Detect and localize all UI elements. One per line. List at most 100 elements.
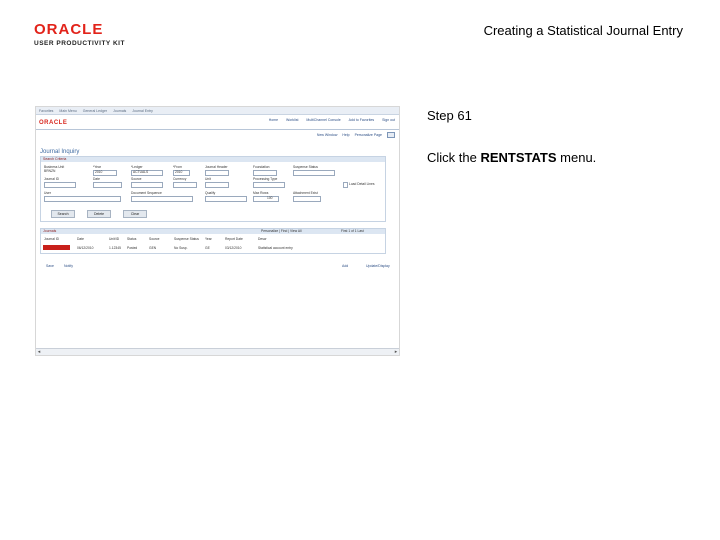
update-display-link[interactable]: Update/Display — [366, 264, 390, 268]
column-header: Source — [149, 237, 160, 241]
nav-general-ledger[interactable]: General Ledger — [83, 109, 107, 113]
scroll-left-icon[interactable]: ◂ — [36, 349, 42, 355]
header-link-multichannel[interactable]: MultiChannel Console — [306, 118, 340, 122]
field-value: ACTUALS — [133, 170, 149, 174]
column-header: Year — [205, 237, 212, 241]
table-cell: GEN — [149, 246, 157, 250]
qualify-select[interactable] — [205, 196, 247, 202]
unit-input[interactable] — [205, 182, 229, 188]
rentstats-menu[interactable] — [43, 245, 70, 250]
checkbox-label: Load Detail Lines — [349, 182, 375, 186]
field-value: 2010 — [95, 170, 103, 174]
field-label: Currency — [173, 177, 187, 181]
grid-nav[interactable]: Personalize | Find | View All — [261, 229, 302, 234]
page-title: Journal Inquiry — [40, 149, 80, 155]
field-label: *Ledger — [131, 165, 143, 169]
field-label: *From — [173, 165, 182, 169]
search-button[interactable]: Search — [51, 210, 75, 218]
field-label: Foundation — [253, 165, 270, 169]
notify-link[interactable]: Notify — [64, 264, 73, 268]
instruction-target: RENTSTATS — [480, 150, 557, 165]
date-input[interactable] — [93, 182, 122, 188]
instruction-prefix: Click the — [427, 150, 481, 165]
field-label: Unit — [205, 177, 211, 181]
header-link-worklist[interactable]: Worklist — [286, 118, 298, 122]
field-value: 100 — [267, 196, 273, 200]
table-cell: No Susp. — [174, 246, 188, 250]
header-link-add-favorites[interactable]: Add to Favorites — [349, 118, 374, 122]
grid-pager[interactable]: First 1 of 1 Last — [341, 229, 364, 234]
horizontal-scrollbar[interactable]: ◂ ▸ — [36, 348, 399, 355]
add-link[interactable]: Add — [342, 264, 348, 268]
nav-journal-entry[interactable]: Journal Entry — [132, 109, 153, 113]
help-link[interactable]: Help — [342, 133, 349, 137]
field-label: Source — [131, 177, 142, 181]
save-link[interactable]: Save — [46, 264, 54, 268]
logo-subtitle: USER PRODUCTIVITY KIT — [34, 40, 125, 47]
field-label: Processing Type — [253, 177, 278, 181]
user-input[interactable] — [44, 196, 121, 202]
scroll-right-icon[interactable]: ▸ — [393, 349, 399, 355]
field-label: User — [44, 191, 51, 195]
toolbar-icon[interactable] — [387, 132, 395, 138]
table-cell: Statistical account entry — [258, 246, 293, 250]
field-label: Attachment Exist — [293, 191, 318, 195]
foundation-input[interactable] — [253, 170, 277, 176]
panel-title: Search Criteria — [41, 157, 385, 162]
field-label: Document Sequence — [131, 191, 162, 195]
field-label: Journal Header — [205, 165, 228, 169]
field-label: Qualify — [205, 191, 216, 195]
step-number: Step 61 — [427, 108, 472, 123]
field-value: BRNZN — [44, 169, 56, 173]
field-label: *Year — [93, 165, 101, 169]
max-rows-input[interactable] — [253, 196, 279, 202]
column-header: Date — [77, 237, 84, 241]
nav-journals[interactable]: Journals — [113, 109, 126, 113]
table-cell: 03/12/2010 — [225, 246, 242, 250]
slide-title: Creating a Statistical Journal Entry — [483, 23, 683, 38]
page-toolbar: New Window Help Personalize Page — [317, 132, 395, 138]
journal-id-input[interactable] — [44, 182, 76, 188]
app-logo: ORACLE — [39, 120, 68, 126]
header-link-sign-out[interactable]: Sign out — [382, 118, 395, 122]
load-detail-checkbox[interactable] — [343, 182, 348, 188]
new-window-link[interactable]: New Window — [317, 133, 337, 137]
column-header: Status — [127, 237, 137, 241]
table-cell: 1.12345 — [109, 246, 121, 250]
source-input[interactable] — [131, 182, 163, 188]
instruction-suffix: menu. — [556, 150, 597, 165]
logo-brand: ORACLE — [34, 21, 104, 38]
field-label: Suspense Status — [293, 165, 318, 169]
application-screenshot: Favorites Main Menu General Ledger Journ… — [35, 106, 400, 356]
currency-input[interactable] — [173, 182, 197, 188]
search-criteria-panel: Search Criteria Business Unit BRNZN *Yea… — [40, 156, 386, 222]
column-header: Suspense Status — [174, 237, 199, 241]
suspense-status-select[interactable] — [293, 170, 335, 176]
column-header: Unit/ID — [109, 237, 120, 241]
grid-title: Journals — [41, 229, 385, 234]
journal-header-input[interactable] — [205, 170, 229, 176]
oracle-upk-logo: ORACLE USER PRODUCTIVITY KIT — [34, 22, 129, 47]
table-cell: GE — [205, 246, 210, 250]
app-header: ORACLE Home Worklist MultiChannel Consol… — [36, 115, 399, 130]
field-label: Date — [93, 177, 100, 181]
personalize-page-link[interactable]: Personalize Page — [355, 133, 382, 137]
attachment-exist-select[interactable] — [293, 196, 321, 202]
column-header: Report Date — [225, 237, 243, 241]
journals-grid: Journals Personalize | Find | View All F… — [40, 228, 386, 254]
nav-main-menu[interactable]: Main Menu — [59, 109, 76, 113]
field-label: Journal ID — [44, 177, 60, 181]
breadcrumb: Favorites Main Menu General Ledger Journ… — [36, 107, 399, 115]
processing-type-select[interactable] — [253, 182, 285, 188]
field-label: Max Rows — [253, 191, 269, 195]
field-value: 2010 — [175, 170, 183, 174]
column-header: Descr — [258, 237, 267, 241]
nav-favorites[interactable]: Favorites — [39, 109, 53, 113]
header-link-home[interactable]: Home — [269, 118, 278, 122]
document-sequence-input[interactable] — [131, 196, 193, 202]
delete-button[interactable]: Delete — [87, 210, 111, 218]
clear-button[interactable]: Clear — [123, 210, 147, 218]
table-cell: 06/12/2010 — [77, 246, 94, 250]
table-cell: Posted — [127, 246, 138, 250]
column-header: Journal ID — [44, 237, 60, 241]
